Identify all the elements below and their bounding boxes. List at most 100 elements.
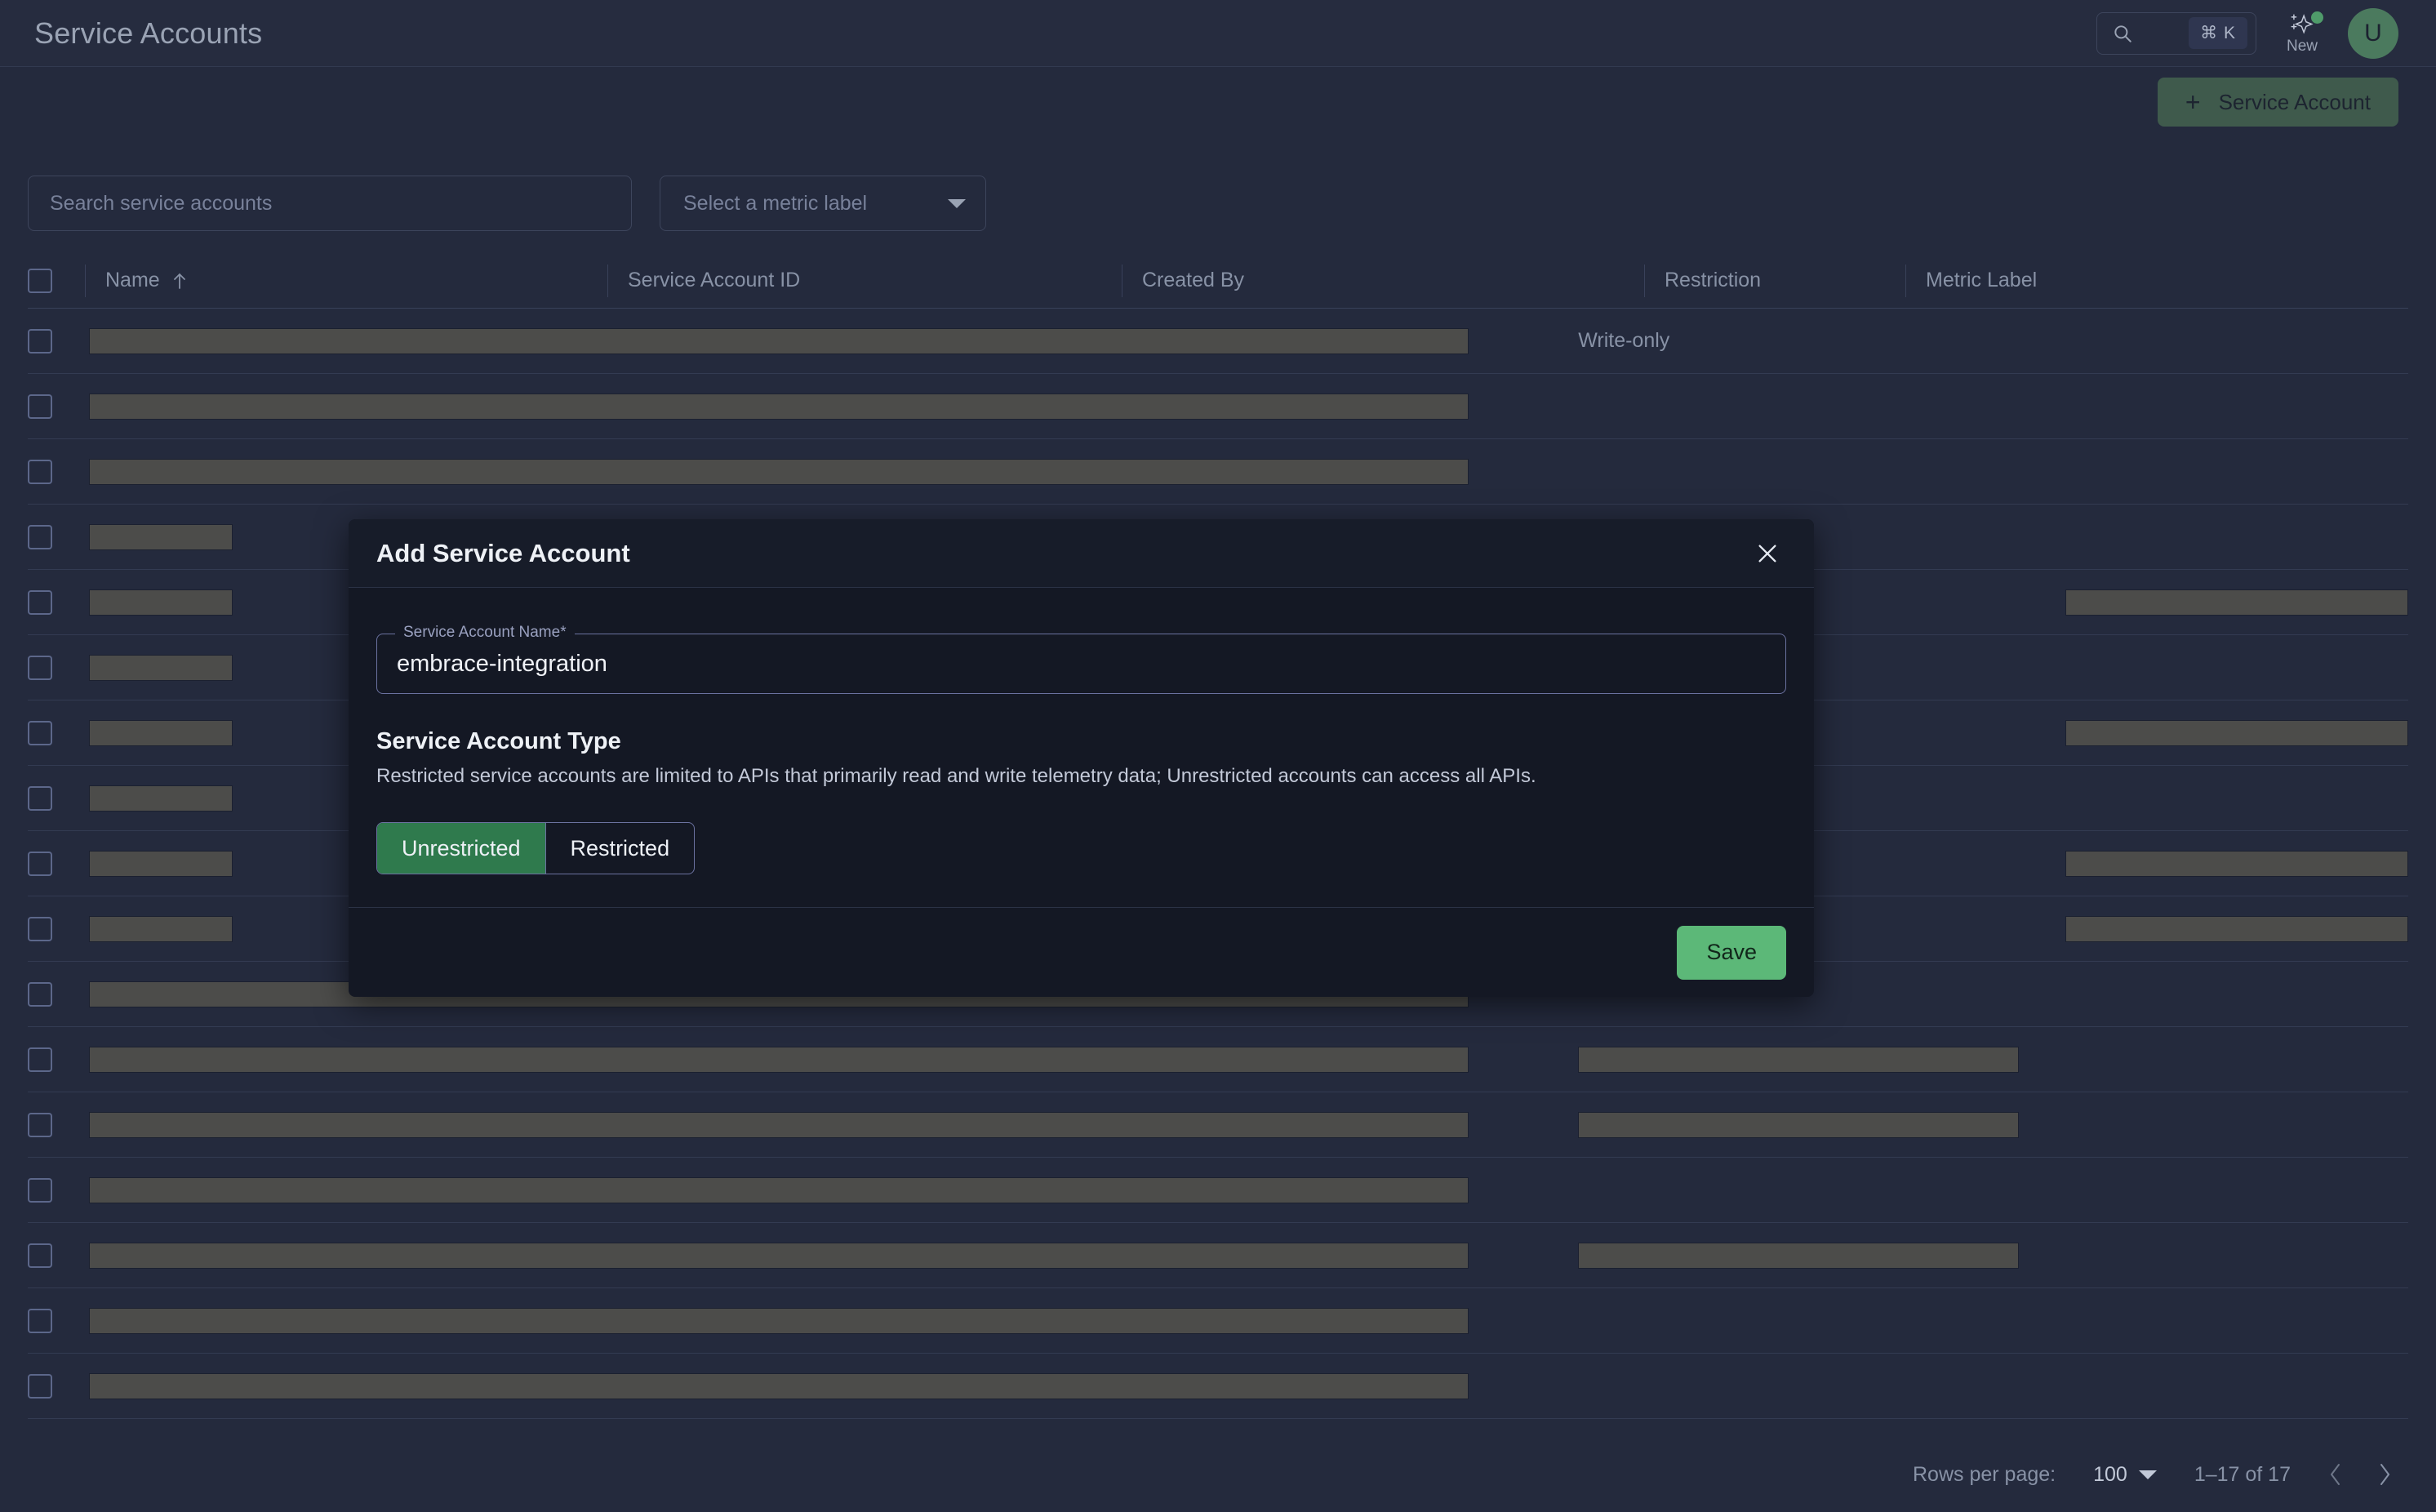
metric-label-select[interactable]: Select a metric label	[660, 176, 986, 231]
save-button[interactable]: Save	[1677, 925, 1786, 980]
row-select-cell	[28, 1158, 82, 1223]
name-cell	[82, 1027, 1578, 1092]
pagination-bar: Rows per page: 100 1–17 of 17	[0, 1437, 2436, 1512]
top-header-bar: Service Accounts ⌘ K New U	[0, 0, 2436, 67]
table-row[interactable]: Write-only	[28, 309, 2408, 374]
column-header-service-account-id[interactable]: Service Account ID	[607, 264, 1122, 297]
redacted-value	[88, 915, 233, 942]
table-row[interactable]	[28, 1092, 2408, 1158]
column-header-created-by[interactable]: Created By	[1122, 264, 1644, 297]
redacted-value	[88, 589, 233, 616]
name-cell	[82, 1354, 1578, 1419]
row-checkbox[interactable]	[28, 459, 52, 484]
metric-label-cell	[2065, 570, 2408, 635]
row-checkbox[interactable]	[28, 524, 52, 549]
modal-footer: Save	[349, 907, 1814, 997]
row-checkbox[interactable]	[28, 851, 52, 876]
metric-label-cell	[2079, 962, 2408, 1027]
modal-body: Service Account Name* Service Account Ty…	[349, 588, 1814, 907]
new-button[interactable]: New	[2278, 11, 2327, 54]
row-select-cell	[28, 1288, 82, 1354]
redacted-value	[2065, 850, 2408, 877]
metric-label-cell	[2065, 896, 2408, 962]
service-account-name-input[interactable]	[397, 650, 1766, 678]
global-search-button[interactable]: ⌘ K	[2096, 11, 2256, 55]
rows-per-page-select[interactable]: 100	[2093, 1463, 2157, 1487]
table-row[interactable]	[28, 1288, 2408, 1354]
column-header-name-label: Name	[105, 269, 160, 291]
column-header-metric-label[interactable]: Metric Label	[1905, 264, 2248, 297]
metric-label-cell	[2079, 374, 2408, 439]
row-checkbox[interactable]	[28, 720, 52, 745]
redacted-value	[89, 654, 233, 681]
table-row[interactable]	[28, 1223, 2408, 1288]
add-service-account-label: Service Account	[2218, 89, 2371, 114]
search-service-accounts-field[interactable]	[28, 176, 632, 231]
row-checkbox[interactable]	[28, 916, 52, 941]
column-header-name[interactable]: Name	[85, 264, 607, 297]
action-row: + Service Account	[0, 67, 2436, 137]
row-checkbox[interactable]	[28, 1047, 52, 1072]
table-row[interactable]	[28, 439, 2408, 505]
chevron-down-icon	[2138, 1470, 2157, 1479]
table-row[interactable]	[28, 1354, 2408, 1419]
row-select-cell	[28, 570, 82, 635]
page-title: Service Accounts	[34, 16, 263, 50]
row-checkbox[interactable]	[28, 785, 52, 811]
table-row[interactable]	[28, 374, 2408, 439]
service-account-name-label: Service Account Name*	[395, 624, 575, 642]
sort-ascending-icon	[171, 271, 188, 291]
redacted-value	[2065, 719, 2408, 746]
row-checkbox[interactable]	[28, 1243, 52, 1268]
close-icon[interactable]	[1750, 536, 1785, 571]
type-option-unrestricted[interactable]: Unrestricted	[377, 823, 545, 874]
notification-dot-icon	[2311, 11, 2323, 24]
add-service-account-button[interactable]: + Service Account	[2157, 78, 2398, 127]
service-account-name-field[interactable]: Service Account Name*	[376, 624, 1786, 694]
column-header-restriction[interactable]: Restriction	[1644, 264, 1905, 297]
metric-label-cell	[2079, 1288, 2408, 1354]
row-select-cell	[28, 635, 82, 700]
name-cell	[82, 439, 1578, 505]
type-option-restricted[interactable]: Restricted	[545, 823, 695, 874]
restriction-cell	[1578, 1223, 2079, 1288]
metric-label-cell	[2079, 766, 2408, 831]
row-select-cell	[28, 309, 82, 374]
metric-label-cell	[2079, 1223, 2408, 1288]
rows-per-page-value: 100	[2093, 1462, 2127, 1486]
header-actions: ⌘ K New U	[2096, 7, 2398, 59]
avatar[interactable]: U	[2348, 7, 2398, 59]
chevron-down-icon	[948, 198, 966, 208]
row-checkbox[interactable]	[28, 1112, 52, 1137]
next-page-button[interactable]	[2377, 1462, 2392, 1487]
select-all-checkbox[interactable]	[28, 268, 52, 293]
row-checkbox[interactable]	[28, 394, 52, 419]
row-checkbox[interactable]	[28, 589, 52, 615]
column-header-metric-label-label: Metric Label	[1926, 269, 2038, 291]
metric-label-cell	[2065, 700, 2408, 766]
redacted-value	[89, 523, 233, 550]
restriction-cell	[1578, 1288, 2079, 1354]
metric-label-cell	[2079, 635, 2408, 700]
redacted-value	[89, 785, 233, 812]
table-row[interactable]	[28, 1158, 2408, 1223]
metric-label-cell	[2079, 309, 2408, 374]
row-checkbox[interactable]	[28, 655, 52, 680]
row-select-cell	[28, 896, 82, 962]
row-checkbox[interactable]	[28, 1373, 52, 1399]
row-checkbox[interactable]	[28, 981, 52, 1007]
column-header-created-by-label: Created By	[1142, 269, 1245, 291]
row-select-cell	[28, 505, 82, 570]
row-select-cell	[28, 831, 82, 896]
row-select-cell	[28, 439, 82, 505]
table-row[interactable]	[28, 1027, 2408, 1092]
restriction-cell	[1578, 1027, 2079, 1092]
redacted-value	[89, 393, 1469, 420]
search-input[interactable]	[50, 191, 540, 216]
previous-page-button[interactable]	[2328, 1462, 2343, 1487]
restriction-cell	[1578, 374, 2079, 439]
pagination-range: 1–17 of 17	[2194, 1462, 2291, 1486]
row-checkbox[interactable]	[28, 328, 52, 354]
row-checkbox[interactable]	[28, 1177, 52, 1203]
row-checkbox[interactable]	[28, 1308, 52, 1333]
